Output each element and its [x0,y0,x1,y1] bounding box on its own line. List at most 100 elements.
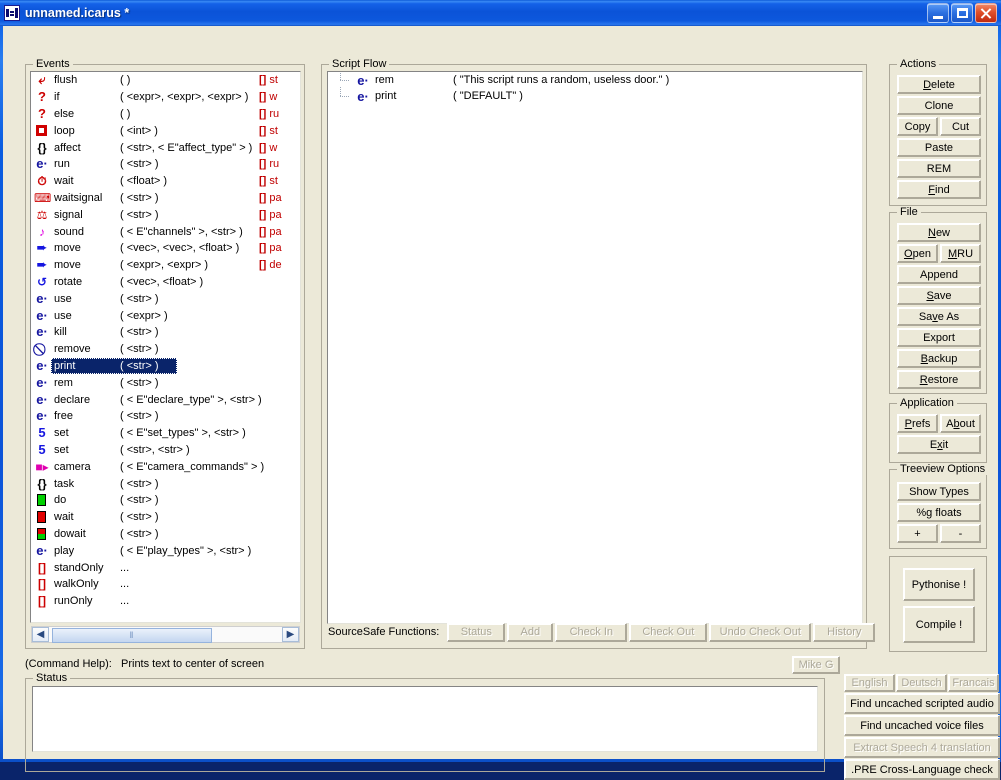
scroll-left-icon[interactable]: ◀ [32,627,49,642]
events-list-item[interactable]: 5 set ( < E"set_types" >, <str> ) [31,425,300,442]
event-tail: [] w [259,141,278,154]
rem-button[interactable]: REM [897,159,981,178]
sourcesafe-undo-check-out-button: Undo Check Out [709,622,812,642]
events-list-item[interactable]: ⌨ waitsignal ( <str> ) [] pa [31,190,300,207]
scroll-thumb[interactable]: ‖ [52,628,212,643]
events-list-item[interactable]: e· print ( <str> ) [31,357,300,375]
delete-button[interactable]: Delete [897,75,981,94]
about-button[interactable]: About [940,414,981,433]
pre-cross-language-check-button[interactable]: .PRE Cross-Language check [844,759,1000,780]
events-list-item[interactable]: ↺ rotate ( <vec>, <float> ) [31,274,300,291]
signal-icon: ⚖ [36,207,48,222]
entity-icon: e· [357,72,369,88]
exit-button[interactable]: Exit [897,435,981,454]
events-list-item[interactable]: [] standOnly... [31,559,300,576]
entity-icon: e· [36,391,48,407]
question-icon: ? [38,105,46,121]
scroll-right-icon[interactable]: ▶ [282,627,299,642]
restore-button[interactable]: Restore [897,370,981,389]
increase-button[interactable]: + [897,524,938,543]
events-list-item[interactable]: do ( <str> ) [31,492,300,509]
events-list-item[interactable]: ⏱ wait ( <float> ) [] st [31,173,300,190]
mru-button[interactable]: MRU [940,244,981,263]
events-list-item[interactable]: [] walkOnly... [31,576,300,593]
event-name: play [54,544,75,557]
events-group-label: Events [33,58,73,70]
events-list-item[interactable]: ⤶ flush ( ) [] st [31,72,300,89]
prefs-button[interactable]: Prefs [897,414,938,433]
events-list-item[interactable]: {} affect ( <str>, < E"affect_type" > ) [] w [31,139,300,156]
clone-button[interactable]: Clone [897,96,981,115]
event-name: standOnly [54,561,104,574]
flush-icon: ⤶ [38,72,46,88]
events-list-item[interactable]: ➨ move ( <vec>, <vec>, <float> ) [] pa [31,240,300,257]
events-list-item[interactable]: ■▸ camera ( < E"camera_commands" > ) [31,458,300,475]
copy-button[interactable]: Copy [897,117,938,136]
language-english-button: English [844,674,895,692]
event-name: use [54,292,72,305]
events-list-item[interactable]: ? if ( <expr>, <expr>, <expr> ) [] w [31,89,300,106]
events-list-item[interactable]: e· kill ( <str> ) [31,324,300,341]
events-list-item[interactable]: e· use ( <expr> ) [31,307,300,324]
event-args: ( <str> ) [120,511,159,524]
find-button[interactable]: Find [897,180,981,199]
script-flow-treeview[interactable]: e· rem ( "This script runs a random, usele… [327,71,863,624]
append-button[interactable]: Append [897,265,981,284]
events-list-item[interactable]: ⚖ signal ( <str> ) [] pa [31,206,300,223]
events-list-item[interactable]: 5 set ( <str>, <str> ) [31,442,300,459]
flow-command-args: ( "DEFAULT" ) [453,90,523,102]
events-listbox[interactable]: ⤶ flush ( ) [] st? if ( <expr>, <expr>, <expr>… [30,71,301,623]
export-button[interactable]: Export [897,328,981,347]
events-list-item[interactable]: ♪ sound ( < E"channels" >, <str> ) [] pa [31,223,300,240]
status-textbox[interactable] [32,686,818,752]
event-args: ... [120,595,130,608]
loop-icon [34,124,50,138]
pythonise-button[interactable]: Pythonise ! [903,568,975,601]
decrease-button[interactable]: - [940,524,981,543]
event-tail: [] ru [259,158,280,171]
maximize-button[interactable] [951,3,973,23]
events-list-item[interactable]: ? else ( ) [] ru [31,105,300,123]
events-list-item[interactable]: wait ( <str> ) [31,509,300,526]
save-as-button[interactable]: Save As [897,307,981,326]
events-list-item[interactable]: e· declare ( < E"declare_type" >, <str> ) [31,391,300,408]
language-deutsch-button: Deutsch [896,674,947,692]
events-list-item[interactable]: e· run ( <str> ) [] ru [31,156,300,173]
compile-button[interactable]: Compile ! [903,606,975,643]
new-button[interactable]: New [897,223,981,242]
script-flow-item[interactable]: e· print ( "DEFAULT" ) [328,87,862,104]
event-tail: [] ru [259,107,280,120]
script-flow-item[interactable]: e· rem ( "This script runs a random, usele… [328,72,862,88]
language-buttons: English Deutsch Francais [844,674,1000,692]
green-square-icon [34,493,50,507]
cut-button[interactable]: Cut [940,117,981,136]
application-group: Application Prefs About Exit [889,397,987,463]
events-list-item[interactable]: ⃠ remove ( <str> ) [31,341,300,358]
open-button[interactable]: Open [897,244,938,263]
events-list-item[interactable]: e· free ( <str> ) [31,408,300,425]
events-list-item[interactable]: [] runOnly... [31,593,300,610]
events-list-item[interactable]: e· play ( < E"play_types" >, <str> ) [31,542,300,559]
events-list-item[interactable]: e· rem ( <str> ) [31,374,300,391]
script-flow-group: Script Flow e· rem ( "This script runs a r… [321,58,876,649]
backup-button[interactable]: Backup [897,349,981,368]
events-list-item[interactable]: {} task ( <str> ) [31,475,300,492]
g-floats-button[interactable]: %g floats [897,503,981,522]
events-list-item[interactable]: dowait ( <str> ) [31,526,300,543]
events-hscrollbar[interactable]: ◀ ▶ ‖ [31,626,300,643]
paste-button[interactable]: Paste [897,138,981,157]
find-uncached-voice-files-button[interactable]: Find uncached voice files [844,715,1000,736]
save-button[interactable]: Save [897,286,981,305]
event-args: ( <str> ) [120,376,159,389]
close-button[interactable] [975,3,997,23]
event-args: ( < E"play_types" >, <str> ) [120,544,252,557]
events-list-item[interactable]: ➨ move ( <expr>, <expr> ) [] de [31,257,300,274]
show-types-button[interactable]: Show Types [897,482,981,501]
minimize-button[interactable] [927,3,949,23]
events-list-item[interactable]: loop ( <int> ) [] st [31,122,300,139]
entity-icon: e· [36,290,48,306]
find-uncached-scripted-audio-button[interactable]: Find uncached scripted audio [844,693,1000,714]
event-name: use [54,309,72,322]
application-window: unnamed.icarus * Events ⤶ flush ( ) [] st? if… [0,0,1001,780]
events-list-item[interactable]: e· use ( <str> ) [31,290,300,307]
